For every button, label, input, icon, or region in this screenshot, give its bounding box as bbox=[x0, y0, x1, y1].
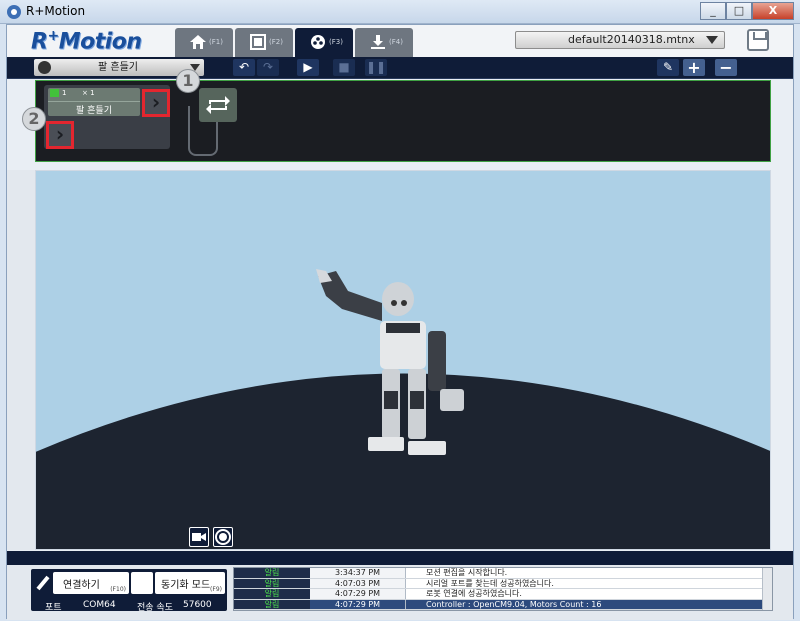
repeat-icon bbox=[206, 96, 230, 114]
motion-unit-info: 1 × 1 팔 흔들기 bbox=[48, 88, 140, 116]
callout-2: 2 bbox=[22, 107, 46, 131]
next-arrow-button-2[interactable]: › bbox=[46, 121, 74, 149]
tab-home[interactable]: (F1) bbox=[175, 28, 233, 57]
chevron-down-icon bbox=[706, 36, 718, 44]
speed-label: 전송 속도 bbox=[137, 603, 173, 613]
toolbar: 팔 흔들기 ↶ ↷ ▶ ■ ❚❚ ✎ + − bbox=[7, 57, 793, 79]
next-arrow-button-1[interactable]: › bbox=[142, 89, 170, 117]
log-row[interactable]: 알림 4:07:29 PM 로봇 연결에 성공하였습니다. bbox=[234, 589, 772, 600]
film-icon bbox=[250, 34, 266, 50]
callout-1: 1 bbox=[176, 69, 200, 93]
download-icon bbox=[371, 35, 385, 49]
tab-motion[interactable]: (F3) bbox=[295, 28, 353, 57]
connect-button[interactable]: 연결하기 (F10) bbox=[53, 572, 129, 594]
port-label: 포트 bbox=[45, 603, 62, 613]
tab-download[interactable]: (F4) bbox=[355, 28, 413, 57]
window-title: R+Motion bbox=[26, 4, 86, 18]
motion-unit-name: 팔 흔들기 bbox=[76, 106, 112, 116]
header: R+Motion (F1) (F2) (F3) (F4) default2014… bbox=[7, 25, 793, 57]
port-value: COM64 bbox=[83, 600, 116, 610]
minimize-button[interactable]: _ bbox=[700, 2, 726, 20]
stop-button[interactable]: ■ bbox=[333, 59, 355, 76]
remove-button[interactable]: − bbox=[715, 59, 737, 76]
bottom-panel: 연결하기 (F10) 동기화 모드 (F9) 포트 COM64 전송 속도 57… bbox=[7, 565, 793, 620]
loop-button[interactable] bbox=[199, 88, 237, 122]
connection-panel: 연결하기 (F10) 동기화 모드 (F9) 포트 COM64 전송 속도 57… bbox=[31, 569, 227, 613]
motion-select-value: 팔 흔들기 bbox=[98, 62, 138, 73]
log-scrollbar[interactable] bbox=[762, 568, 772, 610]
home-icon bbox=[190, 35, 206, 49]
app-logo: R+Motion bbox=[31, 28, 142, 55]
file-select[interactable]: default20140318.mtnx bbox=[515, 31, 725, 49]
play-button[interactable]: ▶ bbox=[297, 59, 319, 76]
motion-unit-card[interactable]: 1 × 1 팔 흔들기 › › bbox=[44, 85, 170, 149]
log-row-selected[interactable]: 알림 4:07:29 PM Controller : OpenCM9.04, M… bbox=[234, 599, 772, 610]
sync-mode-button[interactable]: 동기화 모드 (F9) bbox=[155, 572, 225, 594]
redo-button[interactable]: ↷ bbox=[257, 59, 279, 76]
add-button[interactable]: + bbox=[683, 59, 705, 76]
save-button[interactable] bbox=[747, 29, 769, 51]
edit-icon[interactable]: ✎ bbox=[657, 59, 679, 76]
log-row[interactable]: 알림 4:07:03 PM 시리얼 포트를 찾는데 성공하였습니다. bbox=[234, 578, 772, 589]
maximize-button[interactable]: □ bbox=[726, 2, 752, 20]
record-icon[interactable] bbox=[213, 527, 233, 547]
loop-count: 1 bbox=[62, 89, 67, 97]
reel-icon bbox=[311, 35, 325, 49]
main-frame: R+Motion (F1) (F2) (F3) (F4) default2014… bbox=[6, 24, 794, 620]
robot-scene bbox=[36, 269, 770, 549]
checkbox-icon[interactable] bbox=[50, 89, 59, 97]
plug-icon bbox=[36, 575, 50, 591]
repeat-count: × 1 bbox=[82, 89, 95, 97]
status-strip bbox=[7, 551, 793, 565]
ground-dome bbox=[36, 373, 770, 549]
app-icon bbox=[7, 5, 21, 19]
reel-icon bbox=[38, 61, 51, 74]
sync-toggle[interactable] bbox=[131, 572, 153, 594]
undo-button[interactable]: ↶ bbox=[233, 59, 255, 76]
title-bar: R+Motion _ □ X bbox=[0, 0, 800, 24]
view-gutter bbox=[7, 170, 35, 550]
log-row[interactable]: 알림 3:34:37 PM 모션 편집을 시작합니다. bbox=[234, 568, 772, 579]
divider bbox=[48, 101, 140, 102]
motion-flow-panel: 1 × 1 팔 흔들기 › › 1 2 bbox=[22, 69, 771, 162]
file-select-value: default20140318.mtnx bbox=[568, 33, 695, 46]
camera-icon[interactable] bbox=[189, 527, 209, 547]
close-button[interactable]: X bbox=[752, 2, 794, 20]
robot-3d-view[interactable] bbox=[35, 170, 771, 550]
tab-film[interactable]: (F2) bbox=[235, 28, 293, 57]
pause-button[interactable]: ❚❚ bbox=[365, 59, 387, 76]
log-table: 알림 3:34:37 PM 모션 편집을 시작합니다. 알림 4:07:03 P… bbox=[233, 567, 773, 611]
speed-value: 57600 bbox=[183, 600, 212, 610]
